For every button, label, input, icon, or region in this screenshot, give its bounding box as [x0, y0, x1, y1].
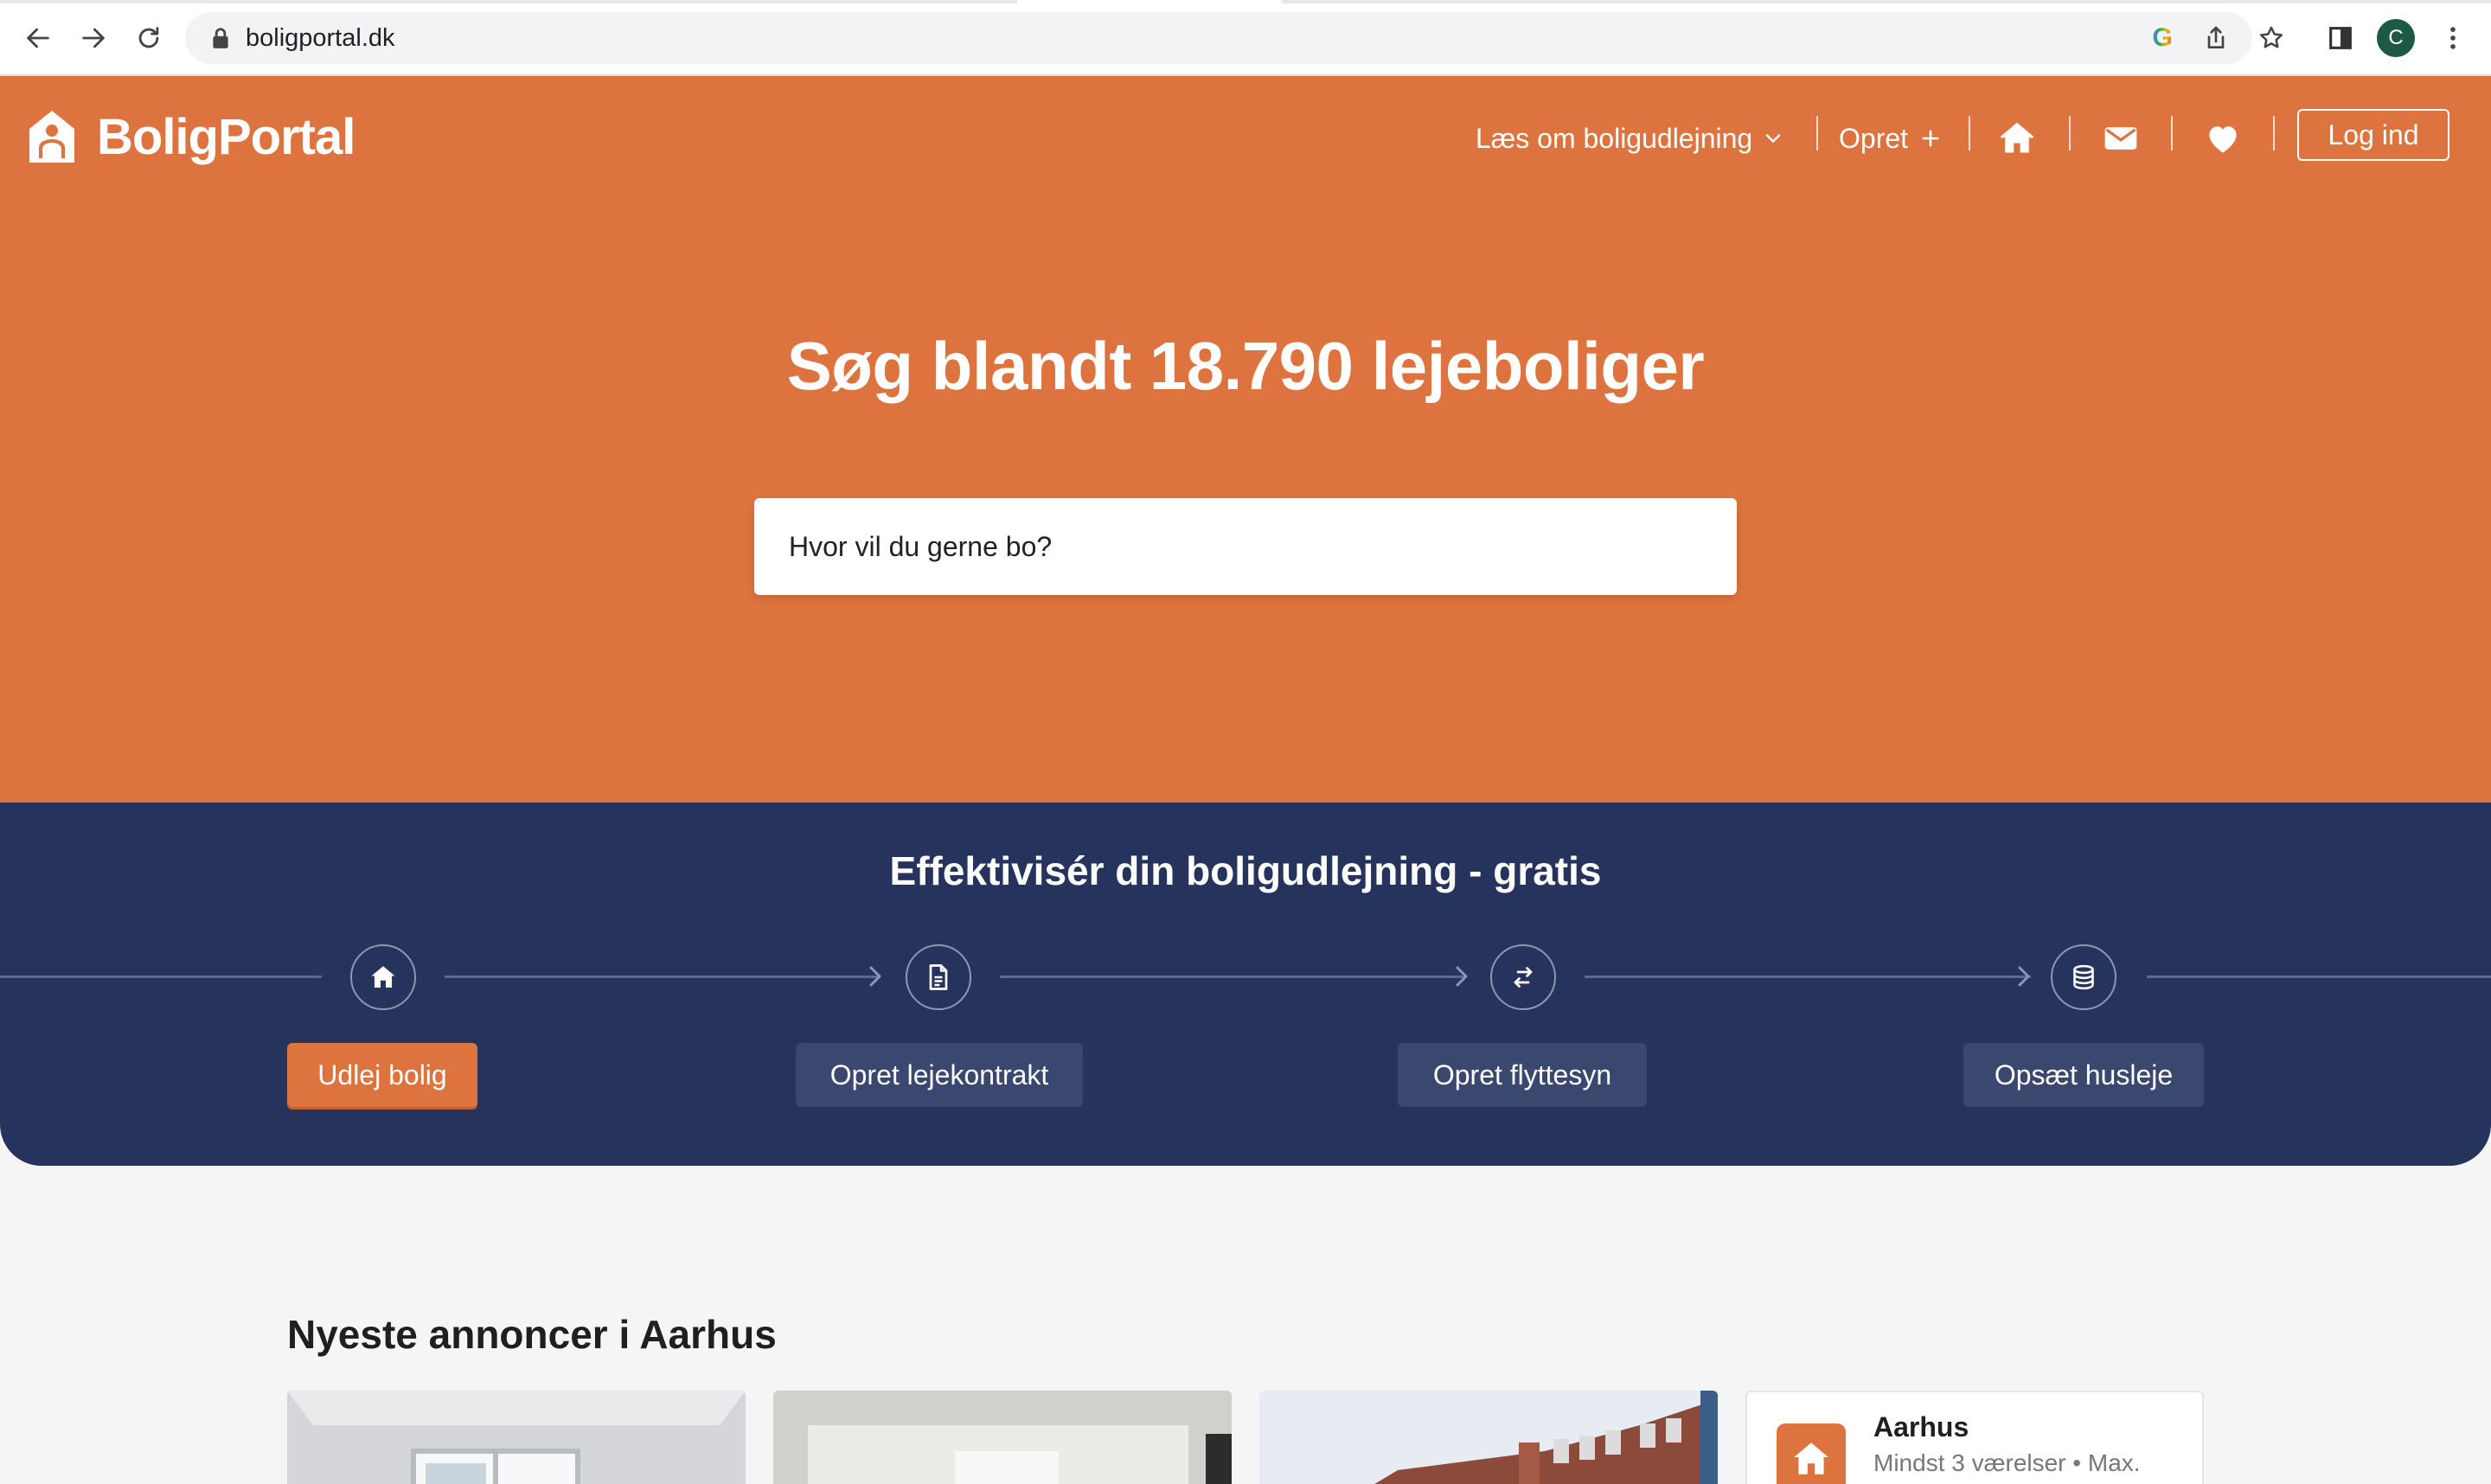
chevron-right-icon	[869, 966, 881, 987]
timeline-line	[2147, 975, 2491, 978]
share-icon	[2207, 26, 2225, 48]
listing-photo	[1259, 1391, 1718, 1484]
nav-create-label: Opret	[1839, 123, 1909, 154]
listing-card[interactable]	[773, 1391, 1232, 1484]
house-icon	[2000, 122, 2034, 153]
kebab-menu-icon	[2450, 27, 2456, 49]
agent-title: Aarhus	[1873, 1411, 1969, 1442]
newest-listings-title: Nyeste annoncer i Aarhus	[287, 1312, 777, 1357]
timeline-line	[1000, 975, 1467, 978]
nav-about-label: Læs om boligudlejning	[1476, 123, 1753, 154]
nav-divider	[2273, 116, 2275, 150]
create-lease-button[interactable]: Opret lejekontrakt	[796, 1043, 1083, 1107]
step-circle-contract	[906, 944, 971, 1010]
listing-photo	[773, 1391, 1232, 1484]
tab-strip	[0, 0, 2491, 3]
back-button[interactable]	[17, 17, 59, 59]
side-panel-button[interactable]	[2320, 17, 2361, 59]
listing-photo	[287, 1391, 746, 1484]
url-text: boligportal.dk	[246, 24, 395, 52]
bookmark-star-button[interactable]	[2256, 22, 2287, 54]
swap-arrows-icon	[1514, 967, 1533, 988]
share-button[interactable]	[2200, 22, 2232, 54]
house-logo-icon	[29, 111, 74, 163]
document-icon	[929, 964, 948, 990]
profile-button[interactable]: C	[2375, 17, 2417, 59]
nav-about-dropdown[interactable]: Læs om boligudlejning	[1476, 111, 1785, 166]
step-circle-inspection	[1490, 944, 1556, 1010]
arrow-left-icon	[27, 28, 49, 48]
nav-messages-button[interactable]	[2102, 111, 2140, 166]
setup-rent-button[interactable]: Opsæt husleje	[1963, 1043, 2204, 1107]
timeline-line	[0, 975, 322, 978]
arrow-right-icon	[82, 28, 105, 48]
avatar: C	[2377, 19, 2415, 57]
step-circle-rent	[2051, 944, 2116, 1010]
house-icon	[371, 966, 395, 988]
google-icon: G	[2152, 23, 2173, 52]
nav-favorites-button[interactable]	[2204, 111, 2242, 166]
chevron-right-icon	[2018, 966, 2030, 987]
timeline-line	[445, 975, 879, 978]
search-agent-card[interactable]: Aarhus Mindst 3 værelser • Max.	[1745, 1391, 2204, 1484]
browser-toolbar: boligportal.dk G C	[0, 0, 2491, 76]
listing-card[interactable]	[287, 1391, 746, 1484]
house-icon	[1794, 1442, 1828, 1474]
search-box[interactable]	[754, 498, 1737, 595]
create-inspection-button[interactable]: Opret flyttesyn	[1398, 1043, 1647, 1107]
reload-button[interactable]	[128, 17, 170, 59]
nav-my-home-button[interactable]	[1998, 111, 2036, 166]
address-bar[interactable]: boligportal.dk G	[185, 12, 2283, 64]
hero-section: BoligPortal Læs om boligudlejning Opret …	[0, 76, 2491, 803]
chevron-right-icon	[1456, 966, 1468, 987]
landlord-tools-band: Effektivisér din boligudlejning - gratis…	[0, 803, 2491, 1166]
nav-create-button[interactable]: Opret	[1839, 111, 1943, 166]
agent-subtitle: Mindst 3 værelser • Max.	[1873, 1449, 2141, 1476]
logo[interactable]: BoligPortal	[26, 102, 355, 171]
browser-menu-button[interactable]	[2432, 17, 2474, 59]
forward-button[interactable]	[73, 17, 114, 59]
nav-divider	[1816, 116, 1818, 150]
nav-divider	[2069, 116, 2071, 150]
step-circle-rent-out	[350, 944, 416, 1010]
rent-out-button[interactable]: Udlej bolig	[287, 1043, 477, 1107]
google-lens-button[interactable]: G	[2147, 22, 2178, 54]
hero-title: Søg blandt 18.790 lejeboliger	[786, 328, 1705, 404]
coins-stack-icon	[2073, 964, 2094, 990]
heart-icon	[2209, 126, 2237, 153]
agent-house-badge	[1777, 1423, 1846, 1484]
chevron-down-icon	[1765, 134, 1781, 143]
location-search-input[interactable]	[754, 498, 1737, 595]
nav-divider	[2171, 116, 2173, 150]
lock-icon	[213, 28, 228, 48]
band-title: Effektivisér din boligudlejning - gratis	[889, 848, 1602, 893]
nav-divider	[1969, 116, 1970, 150]
logo-text: BoligPortal	[97, 108, 355, 165]
plus-icon	[1922, 130, 1939, 147]
reload-icon	[138, 27, 159, 48]
login-button[interactable]: Log ind	[2297, 109, 2449, 161]
listing-card[interactable]	[1259, 1391, 1718, 1484]
timeline-line	[1585, 975, 2031, 978]
side-panel-icon	[2329, 27, 2352, 49]
envelope-icon	[2104, 127, 2137, 150]
star-icon	[2260, 26, 2283, 48]
